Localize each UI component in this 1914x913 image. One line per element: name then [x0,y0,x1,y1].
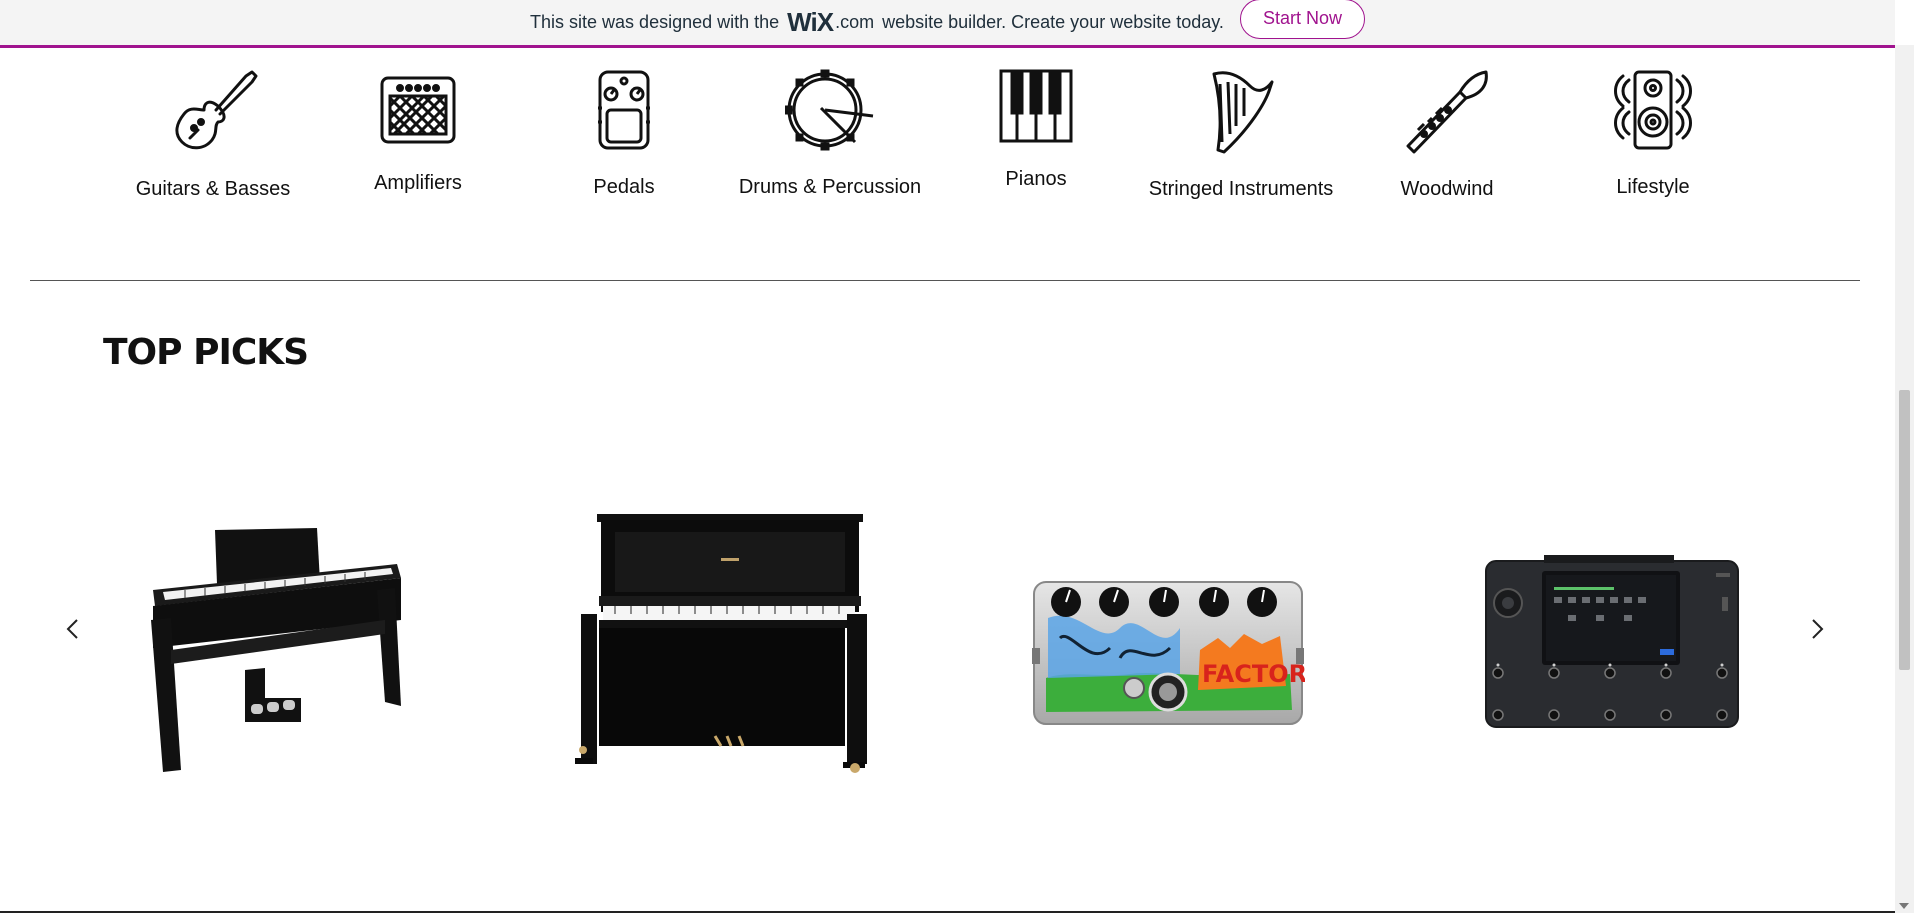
upright-piano-image [575,514,867,773]
product-card[interactable] [1484,553,1740,734]
banner-suffix: website builder. Create your website tod… [882,12,1224,32]
piano-keys-icon [999,69,1073,143]
carousel-prev-button[interactable] [58,614,88,644]
category-pedals[interactable]: Pedals [524,68,724,199]
effects-pedal-icon [598,70,650,150]
category-label: Amplifiers [374,172,462,194]
banner-prefix: This site was designed with the [530,12,780,32]
electric-guitar-icon [175,70,258,150]
carousel-next-button[interactable] [1802,614,1832,644]
wix-banner: This site was designed with the WiX .com… [0,0,1895,48]
category-label: Pianos [1005,168,1067,190]
chevron-right-icon [1812,619,1824,639]
category-label: Guitars & Basses [135,178,291,200]
scroll-down-icon[interactable] [1899,903,1909,909]
category-label: Drums & Percussion [738,176,922,198]
category-label: Pedals [593,176,655,198]
chevron-left-icon [66,619,78,639]
pedal-art-text: FACTORY [1202,660,1305,688]
digital-piano-image [151,528,401,772]
fuzz-pedal-image: FACTORY [1032,581,1324,725]
drum-icon [785,69,874,151]
category-woodwind[interactable]: Woodwind [1347,68,1547,201]
product-card[interactable]: FACTORY [1030,578,1324,733]
wix-logo-suffix: .com [835,12,875,32]
category-stringed-instruments[interactable]: Stringed Instruments [1141,68,1341,201]
harp-icon [1212,71,1274,154]
product-card[interactable] [145,520,405,780]
section-divider [30,280,1860,281]
category-drums-percussion[interactable]: Drums & Percussion [730,68,930,199]
speaker-icon [1614,70,1692,150]
category-nav: Guitars & Basses Amplifiers Pedals Drums… [0,68,1895,208]
wix-logo[interactable]: WiX [787,7,834,38]
category-guitars-basses[interactable]: Guitars & Basses [113,68,313,201]
clarinet-icon [1406,70,1488,154]
category-label: Stringed Instruments [1148,178,1334,200]
category-label: Woodwind [1400,178,1494,200]
category-lifestyle[interactable]: Lifestyle [1553,68,1753,199]
top-picks-title: TOP PICKS [103,332,309,373]
category-amplifiers[interactable]: Amplifiers [318,68,518,195]
multi-effects-processor-image [1485,555,1739,728]
start-now-button[interactable]: Start Now [1239,0,1365,39]
page-scrollbar[interactable] [1895,45,1914,913]
amplifier-icon [380,76,456,144]
category-pianos[interactable]: Pianos [936,68,1136,191]
scrollbar-thumb[interactable] [1899,390,1910,670]
category-label: Lifestyle [1616,176,1690,198]
product-card[interactable] [575,510,870,783]
